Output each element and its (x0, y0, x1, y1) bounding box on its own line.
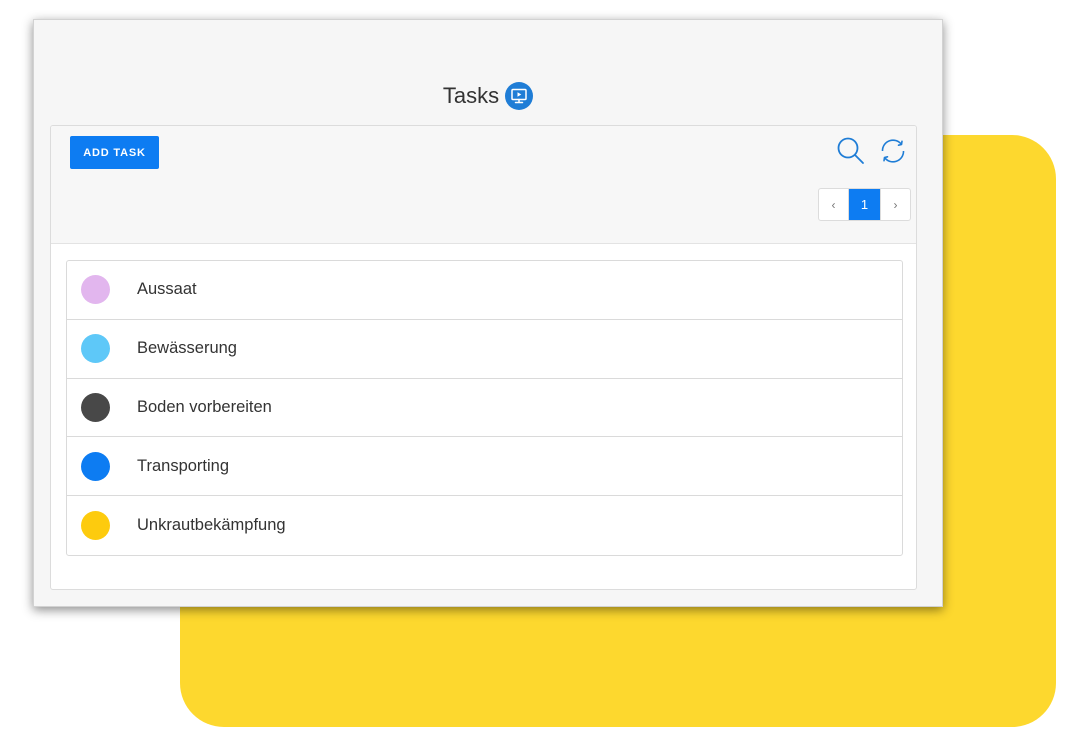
add-task-button[interactable]: ADD TASK (70, 136, 159, 169)
task-color-dot (81, 392, 110, 422)
toolbar: ADD TASK ‹ 1 › (51, 126, 916, 244)
task-row-aussaat[interactable]: Aussaat (67, 261, 902, 320)
task-row-bewaesserung[interactable]: Bewässerung (67, 320, 902, 379)
page-title: Tasks (442, 83, 500, 108)
task-color-dot (81, 451, 110, 481)
task-row-boden-vorbereiten[interactable]: Boden vorbereiten (67, 379, 902, 438)
pagination-next-button[interactable]: › (880, 189, 910, 220)
pagination-prev-button[interactable]: ‹ (819, 189, 849, 220)
task-color-dot (81, 275, 110, 305)
task-list: Aussaat Bewässerung Boden vorbereiten Tr… (66, 260, 903, 556)
task-label: Boden vorbereiten (137, 397, 272, 416)
task-row-unkrautbekaempfung[interactable]: Unkrautbekämpfung (67, 496, 902, 555)
tasks-panel: ADD TASK ‹ 1 › Aussaat Bewässerung Boden… (50, 125, 917, 590)
task-color-dot (81, 511, 110, 541)
pagination: ‹ 1 › (818, 188, 911, 221)
refresh-icon[interactable] (878, 137, 908, 165)
task-label: Bewässerung (137, 339, 237, 358)
tasks-window: Tasks ADD TASK ‹ 1 › Aussaat Bewässerung… (33, 19, 943, 607)
task-label: Unkrautbekämpfung (137, 516, 286, 535)
monitor-play-icon[interactable] (505, 82, 534, 110)
task-row-transporting[interactable]: Transporting (67, 437, 902, 497)
page-header: Tasks (34, 78, 942, 114)
task-label: Transporting (137, 456, 230, 475)
task-color-dot (81, 334, 110, 364)
search-icon[interactable] (836, 136, 866, 166)
pagination-page-1[interactable]: 1 (849, 189, 880, 220)
task-label: Aussaat (137, 280, 197, 299)
